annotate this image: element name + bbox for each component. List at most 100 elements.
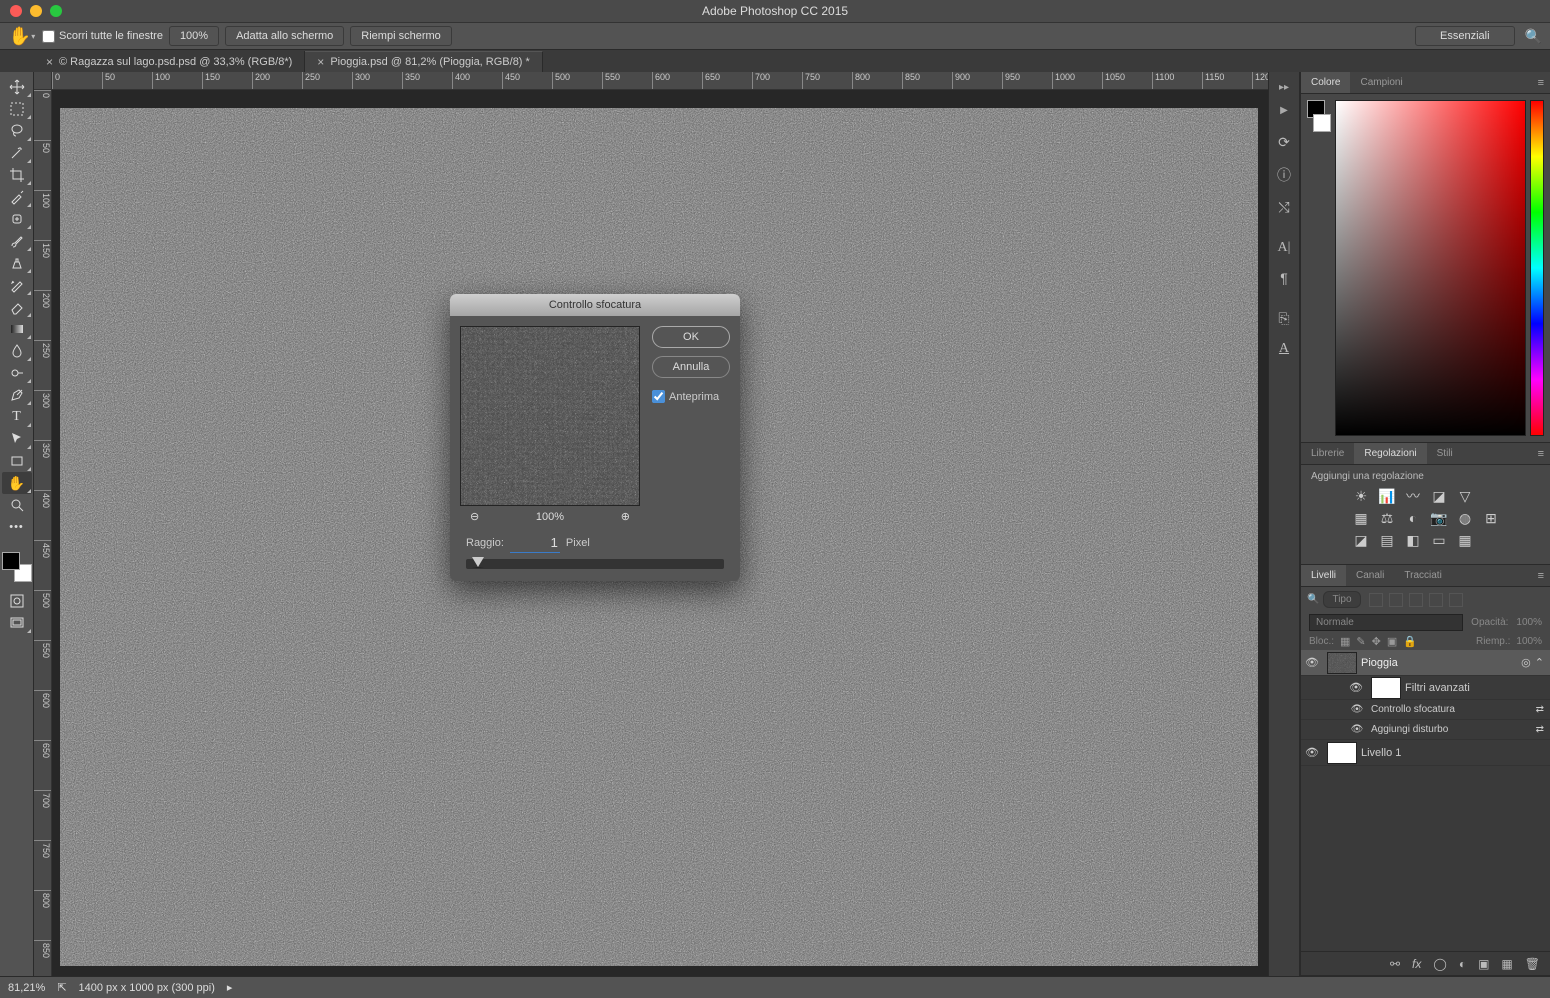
filter-type-icon[interactable] bbox=[1409, 593, 1423, 607]
pen-tool[interactable] bbox=[2, 384, 32, 406]
visibility-toggle-icon[interactable]: 👁 bbox=[1301, 746, 1323, 759]
character-styles-panel-icon[interactable]: A bbox=[1279, 341, 1289, 357]
filter-mask-thumbnail[interactable] bbox=[1371, 677, 1401, 699]
filter-smart-icon[interactable] bbox=[1449, 593, 1463, 607]
radius-input[interactable] bbox=[510, 533, 560, 553]
lasso-tool[interactable] bbox=[2, 120, 32, 142]
panel-menu-icon[interactable]: ≡ bbox=[1532, 448, 1550, 460]
radius-slider[interactable] bbox=[466, 559, 724, 569]
layer-filter-kind[interactable]: Tipo bbox=[1323, 591, 1360, 608]
color-lookup-icon[interactable]: ⊞ bbox=[1483, 510, 1499, 526]
dialog-title[interactable]: Controllo sfocatura bbox=[450, 294, 740, 316]
cancel-button[interactable]: Annulla bbox=[652, 356, 730, 378]
filter-options-icon[interactable]: ⇄ bbox=[1536, 724, 1550, 735]
screen-mode-button[interactable] bbox=[2, 612, 32, 634]
new-fill-adjust-icon[interactable]: ◐ bbox=[1459, 957, 1466, 971]
paragraph-panel-icon[interactable]: ¶ bbox=[1280, 270, 1288, 286]
crop-tool[interactable] bbox=[2, 164, 32, 186]
fill-value[interactable]: 100% bbox=[1516, 636, 1542, 647]
eyedropper-tool[interactable] bbox=[2, 186, 32, 208]
vibrance-icon[interactable]: ▽ bbox=[1457, 488, 1473, 504]
smart-filters-row[interactable]: 👁 Filtri avanzati bbox=[1301, 676, 1550, 700]
blur-tool[interactable] bbox=[2, 340, 32, 362]
horizontal-ruler[interactable]: 0501001502002503003504004505005506006507… bbox=[52, 72, 1268, 90]
layer-row[interactable]: 👁 Livello 1 bbox=[1301, 740, 1550, 766]
current-tool-icon[interactable]: ✋▾ bbox=[8, 26, 36, 47]
bg-mini-well[interactable] bbox=[1313, 114, 1331, 132]
dialog-preview[interactable] bbox=[460, 326, 640, 506]
visibility-toggle-icon[interactable]: 👁 bbox=[1301, 656, 1323, 669]
glyphs-panel-icon[interactable]: ⎘ bbox=[1278, 310, 1289, 327]
hue-sat-icon[interactable]: ▦ bbox=[1353, 510, 1369, 526]
zoom-tool[interactable] bbox=[2, 494, 32, 516]
workspace-switcher[interactable]: Essenziali bbox=[1415, 26, 1515, 46]
fit-screen-button[interactable]: Adatta allo schermo bbox=[225, 26, 344, 46]
eraser-tool[interactable] bbox=[2, 296, 32, 318]
tab-swatches[interactable]: Campioni bbox=[1350, 72, 1412, 93]
healing-brush-tool[interactable] bbox=[2, 208, 32, 230]
layer-thumbnail[interactable] bbox=[1327, 652, 1357, 674]
marquee-tool[interactable] bbox=[2, 98, 32, 120]
status-docinfo[interactable]: 1400 px x 1000 px (300 ppi) bbox=[79, 982, 215, 994]
color-wells[interactable] bbox=[2, 552, 32, 582]
ruler-origin[interactable] bbox=[34, 72, 52, 90]
magic-wand-tool[interactable] bbox=[2, 142, 32, 164]
smart-filter-row[interactable]: 👁 Controllo sfocatura ⇄ bbox=[1301, 700, 1550, 720]
expand-fx-icon[interactable]: ⌃ bbox=[1535, 656, 1544, 669]
tab-adjustments[interactable]: Regolazioni bbox=[1354, 443, 1426, 464]
threshold-icon[interactable]: ◧ bbox=[1405, 532, 1421, 548]
brush-tool[interactable] bbox=[2, 230, 32, 252]
properties-panel-icon[interactable]: ⓘ bbox=[1277, 165, 1291, 185]
lock-position-icon[interactable]: ✥ bbox=[1372, 635, 1381, 648]
close-tab-icon[interactable]: × bbox=[46, 55, 53, 69]
edit-toolbar-button[interactable]: ••• bbox=[2, 516, 32, 538]
history-panel-icon[interactable]: ⟳ bbox=[1278, 134, 1290, 151]
exposure-icon[interactable]: ◪ bbox=[1431, 488, 1447, 504]
status-arrow-icon[interactable]: ▸ bbox=[227, 981, 233, 994]
hand-tool[interactable]: ✋ bbox=[2, 472, 32, 494]
quickmask-button[interactable] bbox=[2, 590, 32, 612]
brush-panel-icon[interactable]: ⤭ bbox=[1278, 199, 1289, 216]
document-tab[interactable]: × Pioggia.psd @ 81,2% (Pioggia, RGB/8) * bbox=[305, 51, 543, 72]
visibility-toggle-icon[interactable]: 👁 bbox=[1349, 724, 1365, 735]
visibility-toggle-icon[interactable]: 👁 bbox=[1345, 681, 1367, 694]
layer-fx-icon[interactable]: fx bbox=[1412, 957, 1421, 971]
scroll-all-windows-checkbox[interactable]: Scorri tutte le finestre bbox=[42, 30, 163, 43]
lock-artboard-icon[interactable]: ▣ bbox=[1387, 635, 1397, 648]
move-tool[interactable] bbox=[2, 76, 32, 98]
status-expand-icon[interactable]: ⇱ bbox=[57, 981, 66, 994]
tab-styles[interactable]: Stili bbox=[1427, 443, 1463, 464]
color-field[interactable] bbox=[1335, 100, 1526, 436]
panel-menu-icon[interactable]: ≡ bbox=[1532, 570, 1550, 582]
vertical-ruler[interactable]: 0501001502002503003504004505005506006507… bbox=[34, 90, 52, 976]
selective-color-icon[interactable]: ▦ bbox=[1457, 532, 1473, 548]
filter-options-icon[interactable]: ⇄ bbox=[1536, 704, 1550, 715]
visibility-toggle-icon[interactable]: 👁 bbox=[1349, 704, 1365, 715]
status-zoom[interactable]: 81,21% bbox=[8, 982, 45, 994]
hue-slider[interactable] bbox=[1530, 100, 1544, 436]
foreground-color-well[interactable] bbox=[2, 552, 20, 570]
gradient-tool[interactable] bbox=[2, 318, 32, 340]
filter-name[interactable]: Aggiungi disturbo bbox=[1371, 724, 1448, 735]
preview-zoom-value[interactable]: 100% bbox=[536, 511, 564, 523]
preview-checkbox[interactable]: Anteprima bbox=[652, 390, 730, 403]
invert-icon[interactable]: ◪ bbox=[1353, 532, 1369, 548]
delete-layer-icon[interactable]: 🗑 bbox=[1525, 957, 1540, 971]
ok-button[interactable]: OK bbox=[652, 326, 730, 348]
layer-mask-icon[interactable]: ◯ bbox=[1433, 957, 1446, 971]
history-brush-tool[interactable] bbox=[2, 274, 32, 296]
curves-icon[interactable]: 〰 bbox=[1405, 488, 1421, 504]
tab-color[interactable]: Colore bbox=[1301, 72, 1350, 93]
dodge-tool[interactable] bbox=[2, 362, 32, 384]
rectangle-tool[interactable] bbox=[2, 450, 32, 472]
new-layer-icon[interactable]: ▦ bbox=[1501, 957, 1512, 971]
color-panel-wells[interactable] bbox=[1307, 100, 1331, 436]
layer-row[interactable]: 👁 Pioggia ◎⌃ bbox=[1301, 650, 1550, 676]
lock-all-icon[interactable]: 🔒 bbox=[1403, 635, 1417, 648]
tab-paths[interactable]: Tracciati bbox=[1394, 565, 1451, 586]
opacity-value[interactable]: 100% bbox=[1516, 617, 1542, 628]
close-tab-icon[interactable]: × bbox=[317, 55, 324, 69]
panel-menu-icon[interactable]: ≡ bbox=[1532, 77, 1550, 89]
link-layers-icon[interactable]: ⚯ bbox=[1390, 957, 1400, 971]
type-tool[interactable]: T bbox=[2, 406, 32, 428]
